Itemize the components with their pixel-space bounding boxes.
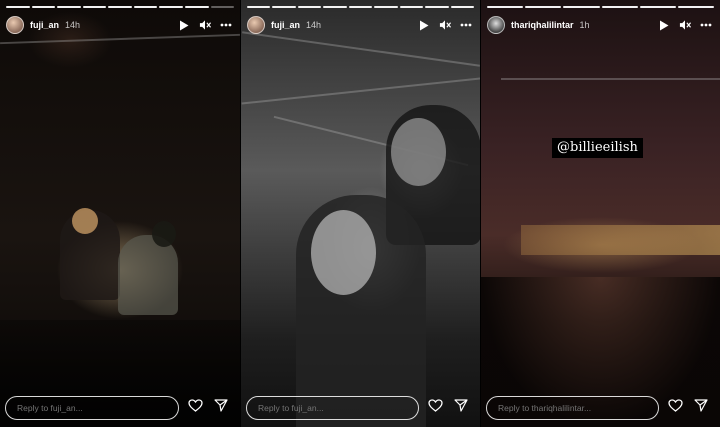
timestamp: 1h (579, 20, 590, 30)
progress-segment (6, 6, 30, 8)
story-header: fuji_an 14h (247, 15, 472, 35)
username[interactable]: thariqhalilintar (511, 20, 574, 30)
performer-figure (118, 235, 178, 315)
send-icon[interactable] (454, 399, 468, 417)
progress-segment (487, 6, 524, 8)
progress-segment (272, 6, 296, 8)
story-panel-2[interactable]: fuji_an 14h (240, 0, 480, 427)
progress-segment (297, 6, 322, 8)
story-header: thariqhalilintar 1h (487, 15, 712, 35)
story-footer (486, 396, 714, 420)
reply-input[interactable] (246, 396, 419, 420)
progress-segment (425, 6, 449, 8)
reply-input[interactable] (5, 396, 179, 420)
performer-head (152, 221, 176, 247)
heart-icon[interactable] (188, 399, 203, 417)
progress-segment (82, 6, 107, 8)
progress-segment (247, 6, 271, 8)
person-face (391, 118, 446, 186)
progress-segment (133, 6, 158, 8)
story-footer (246, 396, 474, 420)
avatar[interactable] (487, 16, 505, 34)
more-options-icon[interactable] (220, 19, 232, 31)
avatar[interactable] (247, 16, 265, 34)
play-icon[interactable] (418, 19, 430, 31)
story-progress-bar (6, 6, 235, 8)
heart-icon[interactable] (668, 399, 683, 417)
progress-segment (210, 6, 235, 8)
speaker-muted-icon[interactable] (439, 19, 451, 31)
progress-segment (450, 6, 474, 8)
send-icon[interactable] (214, 399, 228, 417)
progress-segment (525, 6, 562, 8)
performer-head (72, 208, 98, 234)
more-options-icon[interactable] (460, 19, 472, 31)
progress-segment (184, 6, 209, 8)
speaker-muted-icon[interactable] (679, 19, 691, 31)
send-icon[interactable] (694, 399, 708, 417)
timestamp: 14h (65, 20, 81, 30)
progress-segment (399, 6, 424, 8)
progress-segment (348, 6, 373, 8)
story-progress-bar (487, 6, 715, 8)
person-face (311, 210, 376, 295)
progress-segment (57, 6, 81, 8)
heart-icon[interactable] (428, 399, 443, 417)
timestamp: 14h (306, 20, 322, 30)
more-options-icon[interactable] (700, 19, 712, 31)
stadium-stand (521, 225, 720, 255)
play-icon[interactable] (658, 19, 670, 31)
speaker-muted-icon[interactable] (199, 19, 211, 31)
avatar[interactable] (6, 16, 24, 34)
story-panel-3[interactable]: thariqhalilintar 1h @billieeilish (480, 0, 720, 427)
progress-segment (563, 6, 600, 8)
progress-segment (323, 6, 347, 8)
progress-segment (639, 6, 676, 8)
progress-segment (601, 6, 638, 8)
progress-segment (374, 6, 398, 8)
play-icon[interactable] (178, 19, 190, 31)
story-footer (5, 396, 234, 420)
progress-segment (31, 6, 56, 8)
stories-collage: fuji_an 14h Reply to fuji_an... fuji_an … (0, 0, 720, 427)
progress-segment (677, 6, 715, 8)
progress-segment (108, 6, 132, 8)
username[interactable]: fuji_an (271, 20, 300, 30)
mention-sticker[interactable]: @billieeilish (552, 138, 643, 158)
roof-truss (501, 78, 720, 80)
progress-segment (159, 6, 183, 8)
reply-input[interactable] (486, 396, 659, 420)
story-progress-bar (247, 6, 474, 8)
story-header: fuji_an 14h (6, 15, 232, 35)
username[interactable]: fuji_an (30, 20, 59, 30)
story-panel-1[interactable]: fuji_an 14h (0, 0, 240, 427)
